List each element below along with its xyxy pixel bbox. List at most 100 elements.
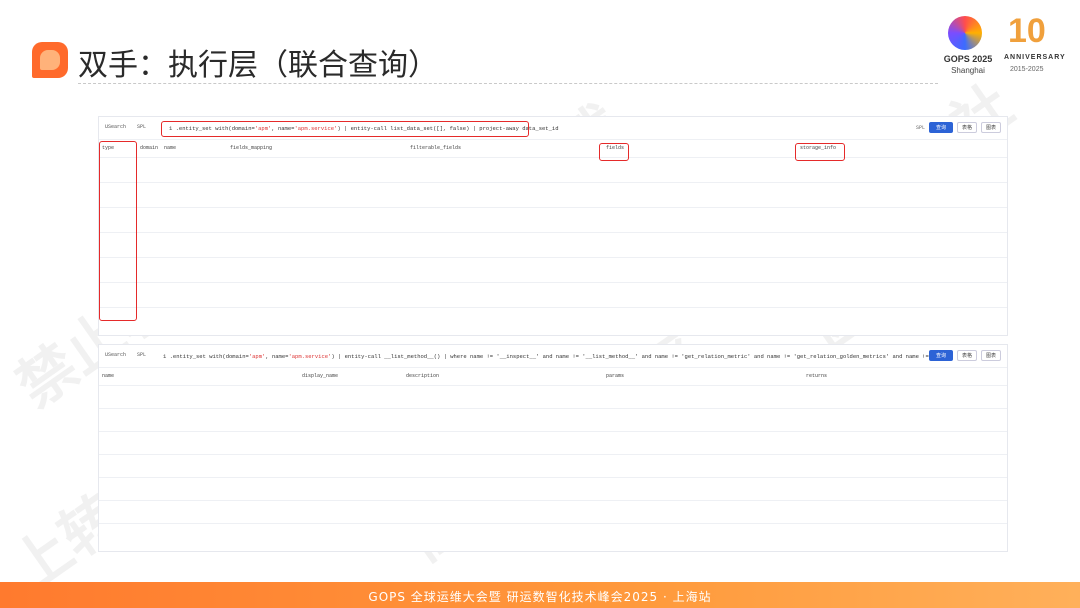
table-cell xyxy=(161,183,227,208)
table-row[interactable] xyxy=(99,455,1007,478)
table-row[interactable] xyxy=(99,478,1007,501)
table-cell xyxy=(137,258,161,283)
tab-spl[interactable]: SPL xyxy=(137,352,146,358)
table-cell xyxy=(797,258,1007,283)
table-cell xyxy=(299,386,403,409)
table-cell xyxy=(603,478,803,501)
table-cell xyxy=(407,158,603,183)
query-panel-1: USearch SPL 1 .entity_set with(domain='a… xyxy=(98,116,1008,336)
table-cell xyxy=(797,283,1007,308)
table-cell xyxy=(161,258,227,283)
slide-header: 双手：执行层（联合查询） xyxy=(0,32,1080,92)
table-cell xyxy=(407,208,603,233)
table-row[interactable] xyxy=(99,158,1007,183)
footer-text: GOPS 全球运维大会暨 研运数智化技术峰会2025 · 上海站 xyxy=(368,590,712,604)
column-header[interactable]: fields xyxy=(603,139,797,158)
highlight-query xyxy=(161,121,529,137)
query-text: 1 .entity_set with(domain= xyxy=(163,353,249,360)
spl-label: SPL xyxy=(915,124,925,131)
table-row[interactable] xyxy=(99,501,1007,524)
table-cell xyxy=(803,432,1007,455)
table-cell xyxy=(603,409,803,432)
highlight-type-column xyxy=(99,141,137,321)
column-header[interactable]: name xyxy=(161,139,227,158)
table-cell xyxy=(99,478,299,501)
query-bar: USearch SPL 1 .entity_set with(domain='a… xyxy=(99,345,1007,368)
table-cell xyxy=(299,432,403,455)
table-cell xyxy=(299,501,403,524)
table-cell xyxy=(227,233,407,258)
table-header-row: name display_name description params ret… xyxy=(99,367,1007,386)
table-row[interactable] xyxy=(99,233,1007,258)
table-cell xyxy=(407,283,603,308)
table-cell xyxy=(603,183,797,208)
table-cell xyxy=(403,455,603,478)
title-accent-icon xyxy=(32,42,68,78)
tab-usearch[interactable]: USearch xyxy=(105,124,126,130)
table-cell xyxy=(161,233,227,258)
result-table: name display_name description params ret… xyxy=(99,367,1007,524)
query-string: 'apm.service' xyxy=(288,353,332,360)
column-header[interactable]: display_name xyxy=(299,367,403,386)
tab-usearch[interactable]: USearch xyxy=(105,352,126,358)
search-button[interactable]: 查询 xyxy=(928,122,953,133)
table-row[interactable] xyxy=(99,183,1007,208)
table-cell xyxy=(137,283,161,308)
query-actions: 查询 表格 图表 xyxy=(928,350,1001,361)
table-cell xyxy=(299,409,403,432)
table-row[interactable] xyxy=(99,409,1007,432)
table-row[interactable] xyxy=(99,283,1007,308)
table-row[interactable] xyxy=(99,386,1007,409)
column-header[interactable]: domain xyxy=(137,139,161,158)
table-cell xyxy=(227,283,407,308)
chart-view-button[interactable]: 图表 xyxy=(980,122,1001,133)
search-button[interactable]: 查询 xyxy=(928,350,953,361)
table-cell xyxy=(797,183,1007,208)
table-cell xyxy=(227,258,407,283)
table-cell xyxy=(603,258,797,283)
query-tabs: USearch SPL xyxy=(105,352,154,358)
table-cell xyxy=(603,386,803,409)
highlight-storage-header xyxy=(795,143,845,161)
table-cell xyxy=(99,501,299,524)
table-row[interactable] xyxy=(99,432,1007,455)
logo-text: GOPS 2025 xyxy=(943,54,993,64)
table-row[interactable] xyxy=(99,208,1007,233)
column-header[interactable]: name xyxy=(99,367,299,386)
column-header[interactable]: filterable_fields xyxy=(407,139,603,158)
highlight-fields-header xyxy=(599,143,629,161)
chart-view-button[interactable]: 图表 xyxy=(980,350,1001,361)
tab-spl[interactable]: SPL xyxy=(137,124,146,130)
column-header[interactable]: description xyxy=(403,367,603,386)
table-view-button[interactable]: 表格 xyxy=(956,122,977,133)
query-tabs: USearch SPL xyxy=(105,124,154,130)
column-header[interactable]: fields_mapping xyxy=(227,139,407,158)
table-cell xyxy=(137,233,161,258)
conference-logo: GOPS 2025 Shanghai 10 ANNIVERSARY 2015-2… xyxy=(938,12,1068,78)
table-cell xyxy=(137,183,161,208)
table-cell xyxy=(137,208,161,233)
anniversary-text: ANNIVERSARY xyxy=(1004,54,1066,61)
gops-logo-icon xyxy=(948,16,982,50)
anniversary-years: 2015-2025 xyxy=(1010,66,1044,73)
table-cell xyxy=(407,233,603,258)
table-cell xyxy=(99,455,299,478)
table-cell xyxy=(603,432,803,455)
table-cell xyxy=(603,208,797,233)
table-cell xyxy=(227,183,407,208)
query-input[interactable]: 1 .entity_set with(domain='apm', name='a… xyxy=(163,353,929,360)
table-cell xyxy=(227,208,407,233)
query-text: ) | entity-call __list_method__() | wher… xyxy=(331,353,929,360)
table-cell xyxy=(137,158,161,183)
column-header[interactable]: params xyxy=(603,367,803,386)
query-text: , name= xyxy=(265,353,289,360)
logo-subtext: Shanghai xyxy=(951,66,985,75)
table-row[interactable] xyxy=(99,258,1007,283)
slide-footer: GOPS 全球运维大会暨 研运数智化技术峰会2025 · 上海站 xyxy=(0,582,1080,608)
table-cell xyxy=(99,432,299,455)
table-cell xyxy=(603,501,803,524)
table-cell xyxy=(803,409,1007,432)
column-header[interactable]: returns xyxy=(803,367,1007,386)
table-cell xyxy=(603,233,797,258)
table-view-button[interactable]: 表格 xyxy=(956,350,977,361)
